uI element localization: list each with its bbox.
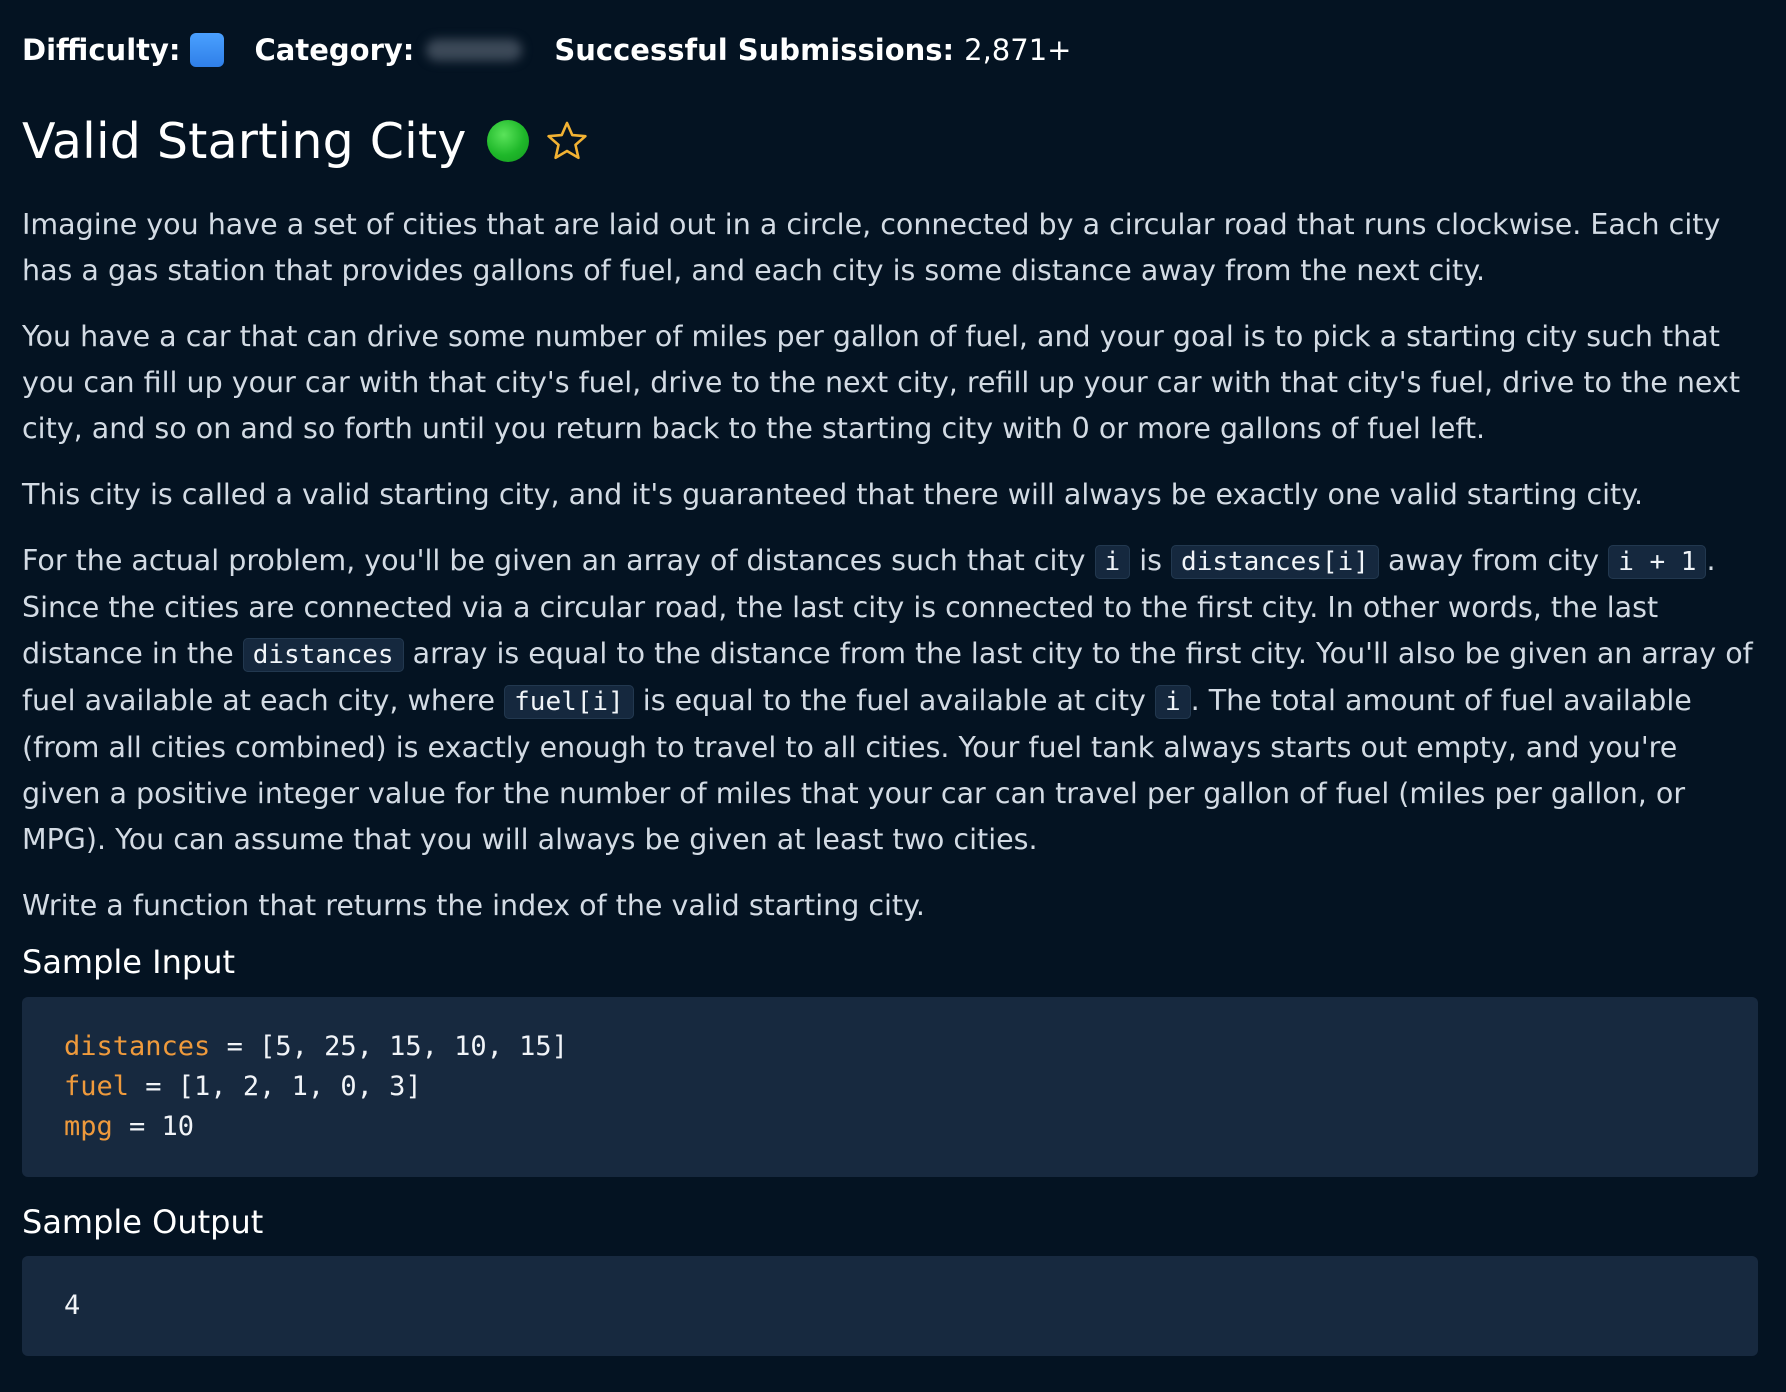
- inline-code-fuel-i: fuel[i]: [504, 685, 634, 719]
- submissions-label: Successful Submissions:: [554, 33, 955, 67]
- description-paragraph: Write a function that returns the index …: [22, 889, 925, 922]
- code-line: distances = [5, 25, 15, 10, 15]: [64, 1027, 1716, 1067]
- code-variable: fuel: [64, 1071, 130, 1102]
- category-label: Category:: [254, 33, 415, 67]
- sample-output-heading: Sample Output: [22, 1203, 264, 1241]
- description-paragraph: This city is called a valid starting cit…: [22, 478, 1644, 511]
- sample-output-value: 4: [64, 1290, 81, 1321]
- paragraph-text: is equal to the fuel available at city: [633, 684, 1155, 717]
- page-title: Valid Starting City: [22, 112, 467, 170]
- submissions-count: 2,871+: [964, 33, 1072, 67]
- completion-status-dot: [486, 120, 529, 162]
- inline-code-i: i: [1154, 685, 1191, 719]
- paragraph-text: For the actual problem, you'll be given …: [22, 544, 1095, 577]
- description-paragraph: For the actual problem, you'll be given …: [22, 538, 1764, 863]
- description-paragraph: You have a car that can drive some numbe…: [22, 320, 1740, 445]
- sample-input-heading: Sample Input: [22, 943, 236, 981]
- description-paragraph: Imagine you have a set of cities that ar…: [22, 208, 1721, 287]
- code-value: = [5, 25, 15, 10, 15]: [210, 1031, 568, 1062]
- inline-code-i: i: [1094, 545, 1131, 579]
- sample-output-code-block[interactable]: 4: [22, 1256, 1758, 1356]
- code-variable: distances: [64, 1031, 211, 1062]
- difficulty-label: Difficulty:: [22, 33, 181, 67]
- sample-input-code-block[interactable]: distances = [5, 25, 15, 10, 15] fuel = […: [22, 997, 1758, 1177]
- code-line: mpg = 10: [64, 1107, 1716, 1147]
- title-row: Valid Starting City: [22, 108, 589, 174]
- code-variable: mpg: [64, 1111, 113, 1142]
- difficulty-badge: [189, 33, 224, 67]
- paragraph-text: is: [1130, 544, 1172, 577]
- inline-code-distances: distances: [242, 638, 404, 672]
- code-value: = [1, 2, 1, 0, 3]: [129, 1071, 422, 1102]
- category-value-hidden[interactable]: [426, 39, 523, 61]
- problem-description: Imagine you have a set of cities that ar…: [22, 202, 1764, 949]
- paragraph-text: away from city: [1378, 544, 1609, 577]
- inline-code-i-plus-1: i + 1: [1608, 545, 1707, 579]
- star-outline-icon[interactable]: [545, 119, 589, 163]
- code-line: fuel = [1, 2, 1, 0, 3]: [64, 1067, 1716, 1107]
- inline-code-distances-i: distances[i]: [1171, 545, 1379, 579]
- problem-meta-bar: Difficulty: Category: Successful Submiss…: [22, 30, 1071, 70]
- code-value: = 10: [112, 1111, 195, 1142]
